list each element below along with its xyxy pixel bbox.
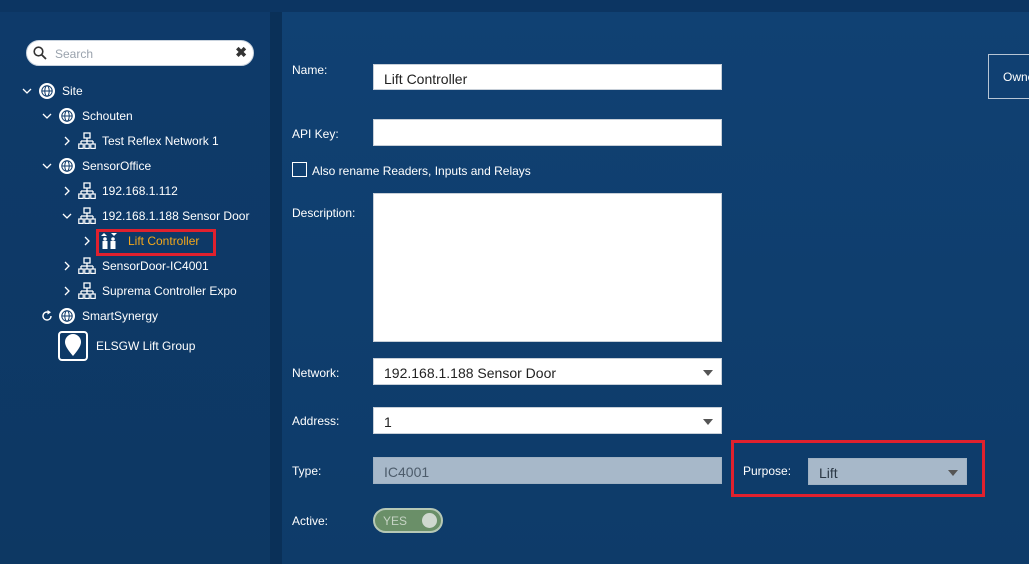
chevron-down-icon [703, 370, 713, 376]
tree-item-elsgw-lift-group[interactable]: ELSGW Lift Group [58, 330, 195, 362]
toggle-knob [422, 513, 437, 528]
description-label: Description: [292, 206, 356, 220]
tree-item-test-reflex-network[interactable]: Test Reflex Network 1 [60, 131, 219, 151]
tree-item-label: ELSGW Lift Group [96, 339, 196, 353]
chevron-down-icon[interactable] [40, 109, 54, 123]
description-field[interactable] [373, 193, 722, 342]
network-icon [78, 282, 96, 300]
tree-item-192-168-1-112[interactable]: 192.168.1.112 [60, 181, 178, 201]
address-label: Address: [292, 414, 340, 428]
network-dropdown[interactable]: 192.168.1.188 Sensor Door [373, 358, 722, 385]
name-label: Name: [292, 63, 328, 77]
tree-item-sensoroffice[interactable]: SensorOffice [40, 156, 151, 176]
network-icon [78, 132, 96, 150]
tree-item-label: Suprema Controller Expo [102, 284, 237, 298]
tree-item-label: Test Reflex Network 1 [102, 134, 219, 148]
chevron-down-icon[interactable] [60, 209, 74, 223]
purpose-label: Purpose: [743, 464, 792, 478]
type-label: Type: [292, 464, 322, 478]
search-input[interactable] [53, 45, 237, 63]
owner-button[interactable]: Owne [988, 54, 1029, 99]
tree-item-smartsynergy[interactable]: SmartSynergy [40, 306, 158, 326]
panel-divider[interactable] [270, 12, 282, 564]
type-field: IC4001 [373, 457, 722, 484]
globe-icon [59, 308, 75, 324]
chevron-right-icon[interactable] [80, 234, 94, 248]
chevron-down-icon [948, 470, 958, 476]
tree-item-label: 192.168.1.112 [102, 184, 178, 198]
chevron-right-icon[interactable] [60, 134, 74, 148]
api-key-label: API Key: [292, 127, 339, 141]
globe-icon [39, 83, 55, 99]
globe-icon [59, 158, 75, 174]
tree-item-label: Lift Controller [128, 234, 200, 248]
chevron-down-icon[interactable] [20, 84, 34, 98]
network-icon [78, 257, 96, 275]
tree-item-site[interactable]: Site [20, 81, 83, 101]
clear-search-icon[interactable]: ✖ [235, 44, 247, 61]
network-label: Network: [292, 366, 340, 380]
refresh-icon[interactable] [40, 309, 54, 323]
active-toggle-text: YES [383, 514, 408, 528]
tree-item-schouten[interactable]: Schouten [40, 106, 133, 126]
tree-item-label: 192.168.1.188 Sensor Door [102, 209, 250, 223]
chevron-down-icon[interactable] [40, 159, 54, 173]
network-value: 192.168.1.188 Sensor Door [384, 365, 557, 381]
lift-icon [101, 233, 117, 249]
active-label: Active: [292, 514, 329, 528]
tree-item-label: SensorDoor-IC4001 [102, 259, 209, 273]
network-icon [78, 207, 96, 225]
search-icon [33, 46, 47, 60]
purpose-value: Lift [819, 465, 838, 481]
purpose-dropdown[interactable]: Lift [808, 458, 967, 485]
tree-item-192-168-1-188[interactable]: 192.168.1.188 Sensor Door [60, 206, 249, 226]
chevron-right-icon[interactable] [60, 184, 74, 198]
tree-item-sensordoor-ic4001[interactable]: SensorDoor-IC4001 [60, 256, 209, 276]
top-bar [0, 0, 1029, 12]
name-field[interactable]: Lift Controller [373, 64, 722, 90]
rename-checkbox-label: Also rename Readers, Inputs and Relays [312, 164, 531, 178]
network-icon [78, 182, 96, 200]
tree-item-label: Schouten [82, 109, 133, 123]
active-toggle[interactable]: YES [373, 508, 443, 533]
address-value: 1 [384, 414, 392, 430]
rename-checkbox[interactable] [292, 162, 307, 177]
chevron-right-icon[interactable] [60, 284, 74, 298]
tree-item-lift-controller[interactable]: Lift Controller [80, 231, 199, 251]
tree-item-label: SmartSynergy [82, 309, 159, 323]
search-box[interactable]: ✖ [26, 40, 254, 66]
chevron-right-icon[interactable] [60, 259, 74, 273]
chevron-down-icon [703, 419, 713, 425]
tree-item-suprema-controller-expo[interactable]: Suprema Controller Expo [60, 281, 237, 301]
globe-icon [59, 108, 75, 124]
tree-item-label: Site [62, 84, 83, 98]
tree-item-label: SensorOffice [82, 159, 152, 173]
address-dropdown[interactable]: 1 [373, 407, 722, 434]
lift-group-icon [58, 331, 88, 361]
api-key-field[interactable] [373, 119, 722, 146]
